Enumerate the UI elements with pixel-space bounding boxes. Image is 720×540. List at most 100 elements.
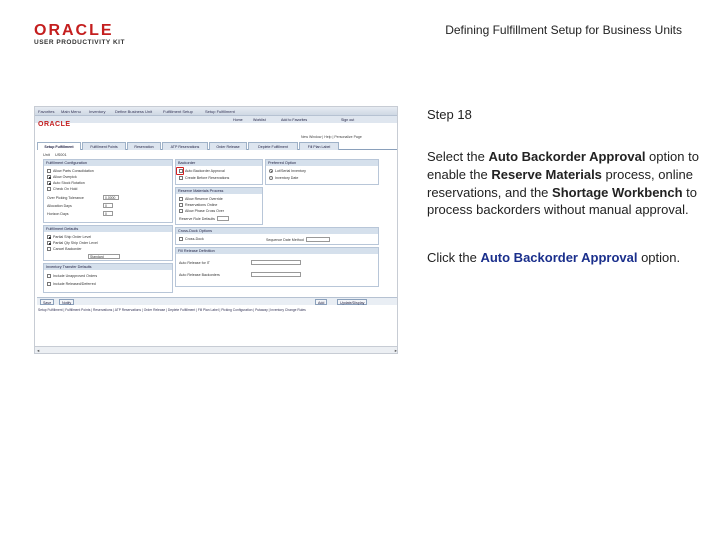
checkbox[interactable] — [179, 197, 183, 201]
allocation-days-input[interactable]: 0 — [103, 203, 113, 208]
scroll-left-icon[interactable]: ◂ — [37, 348, 39, 353]
checkbox[interactable] — [47, 247, 51, 251]
reservation-item[interactable]: Allow Reserve Override — [179, 197, 223, 201]
checkbox[interactable] — [47, 175, 51, 179]
tab-order-release[interactable]: Order Release — [209, 142, 247, 150]
nav-home[interactable]: Home — [233, 118, 243, 122]
logo-subtitle: USER PRODUCTIVITY KIT — [34, 39, 125, 46]
reservation-item[interactable]: Reservations Online — [179, 203, 217, 207]
nav-sign-out[interactable]: Sign out — [341, 118, 354, 122]
config-item[interactable]: Allow Parts Consolidation — [47, 169, 94, 173]
update-display-button[interactable]: Update/Display — [337, 299, 368, 305]
scroll-right-icon[interactable]: ▸ — [395, 348, 397, 353]
app-logo: ORACLE — [38, 121, 71, 128]
step-highlight — [176, 167, 184, 175]
checkbox[interactable] — [47, 241, 51, 245]
reservation-item[interactable]: Reserve Rule Defaults — [179, 216, 229, 221]
breadcrumb: Favorites Main Menu Inventory Define Bus… — [35, 107, 397, 116]
breadcrumb-item[interactable]: Inventory — [89, 109, 105, 114]
checkbox[interactable] — [47, 282, 51, 286]
rule-input[interactable] — [216, 216, 229, 221]
notify-button[interactable]: Notify — [59, 299, 75, 305]
backorder-item[interactable]: Create Before Reservations — [179, 176, 229, 180]
checkbox[interactable] — [47, 235, 51, 239]
group-header: Fulfillment Defaults — [44, 226, 172, 232]
tab-reservation[interactable]: Reservation — [127, 142, 161, 150]
step-number: Step 18 — [427, 107, 472, 122]
checkbox[interactable] — [47, 274, 51, 278]
add-button[interactable]: Add — [315, 299, 328, 305]
radio[interactable] — [269, 176, 273, 180]
defaults-select[interactable]: Standard — [88, 254, 120, 259]
footer-tab-links[interactable]: Setup Fulfillment | Fulfillment Points |… — [38, 308, 396, 312]
checkbox[interactable] — [179, 203, 183, 207]
config-item[interactable]: Check On Hold — [47, 187, 77, 191]
nav-add-favorites[interactable]: Add to Favorites — [281, 118, 307, 122]
checkbox[interactable] — [179, 237, 183, 241]
release-input[interactable] — [251, 260, 301, 265]
config-field: Over Picking Tolerance 0.0000 — [47, 195, 119, 200]
config-item[interactable]: Auto Stock Rotation — [47, 181, 85, 185]
horizontal-scrollbar[interactable]: ◂ ▸ — [35, 346, 397, 353]
release-field: Auto Release Backorders — [179, 272, 301, 277]
step-description: Select the Auto Backorder Approval optio… — [427, 149, 699, 218]
checkbox[interactable] — [47, 187, 51, 191]
release-group: Fill Release Definition Auto Release for… — [175, 247, 379, 287]
group-header: Reserve Materials Process — [176, 188, 262, 194]
release-field: Auto Release for IT — [179, 260, 301, 265]
reservation-group: Reserve Materials Process Allow Reserve … — [175, 187, 263, 225]
preferred-item[interactable]: Lot/Serial Inventory — [269, 169, 306, 173]
tab-atp-reservations[interactable]: ATP Reservations — [162, 142, 208, 150]
oracle-upk-logo: ORACLE USER PRODUCTIVITY KIT — [34, 22, 134, 50]
tab-deplete-fulfillment[interactable]: Deplete Fulfillment — [248, 142, 298, 150]
defaults-item[interactable]: Partial Ship Order Level — [47, 235, 91, 239]
horizon-days-input[interactable]: 0 — [103, 211, 113, 216]
checkbox[interactable] — [47, 169, 51, 173]
transfer-item[interactable]: Include Released/Deferred — [47, 282, 96, 286]
cross-dock-group: Cross-Dock Options Cross-Dock Sequence D… — [175, 227, 379, 245]
nav-worklist[interactable]: Worklist — [253, 118, 266, 122]
group-header: Fill Release Definition — [176, 248, 378, 254]
step-instruction: Click the Auto Backorder Approval option… — [427, 250, 681, 265]
save-button[interactable]: Save — [40, 299, 55, 305]
tab-fill-plan-label[interactable]: Fill Plan Label — [299, 142, 339, 150]
breadcrumb-item[interactable]: Setup Fulfillment — [205, 109, 235, 114]
page-toolbar[interactable]: New Window | Help | Personalize Page — [301, 135, 362, 139]
config-field: Horizon Days 0 — [47, 211, 113, 216]
radio[interactable] — [269, 169, 273, 173]
page-title: Defining Fulfillment Setup for Business … — [445, 23, 682, 37]
release-input[interactable] — [251, 272, 301, 277]
breadcrumb-item[interactable]: Fulfillment Setup — [163, 109, 193, 114]
sequence-select[interactable] — [305, 237, 330, 242]
breadcrumb-item[interactable]: Define Business Unit — [115, 109, 152, 114]
config-item[interactable]: Allow Overpick — [47, 175, 77, 179]
cross-dock-item[interactable]: Cross-Dock — [179, 237, 204, 241]
breadcrumb-item[interactable]: Favorites — [38, 109, 54, 114]
preferred-item[interactable]: Inventory Date — [269, 176, 298, 180]
tab-setup-fulfillment[interactable]: Setup Fulfillment — [37, 142, 81, 150]
fulfillment-defaults-group: Fulfillment Defaults Partial Ship Order … — [43, 225, 173, 261]
auto-backorder-approval-link[interactable]: Auto Backorder Approval — [480, 250, 637, 265]
breadcrumb-item[interactable]: Main Menu — [61, 109, 81, 114]
tab-fulfillment-points[interactable]: Fulfillment Points — [82, 142, 126, 150]
transfer-defaults-group: Inventory Transfer Defaults Include Unap… — [43, 263, 173, 293]
reservation-item[interactable]: Allow Phase Cross Over — [179, 209, 224, 213]
transfer-item[interactable]: Include Unapproved Orders — [47, 274, 97, 278]
auto-backorder-approval-option[interactable]: Auto Backorder Approval — [179, 169, 225, 173]
backorder-group: Backorder Auto Backorder Approval Create… — [175, 159, 263, 185]
group-header: Inventory Transfer Defaults — [44, 264, 172, 270]
checkbox[interactable] — [179, 209, 183, 213]
config-field: Allocation Days 0 — [47, 203, 113, 208]
unit-value: US001 — [55, 153, 67, 157]
tolerance-input[interactable]: 0.0000 — [103, 195, 119, 200]
defaults-item[interactable]: Partial Qty Ship Order Level — [47, 241, 98, 245]
group-header: Fulfillment Configuration — [44, 160, 172, 166]
checkbox[interactable] — [47, 181, 51, 185]
top-nav: Home Worklist Add to Favorites Sign out — [35, 116, 397, 123]
button-bar: Save Notify Add Update/Display — [37, 297, 397, 305]
group-header: Cross-Dock Options — [176, 228, 378, 234]
cross-dock-item: Sequence Date Method — [266, 237, 330, 242]
checkbox[interactable] — [179, 176, 183, 180]
logo-wordmark: ORACLE — [34, 22, 114, 39]
defaults-item[interactable]: Cancel Backorder — [47, 247, 82, 251]
